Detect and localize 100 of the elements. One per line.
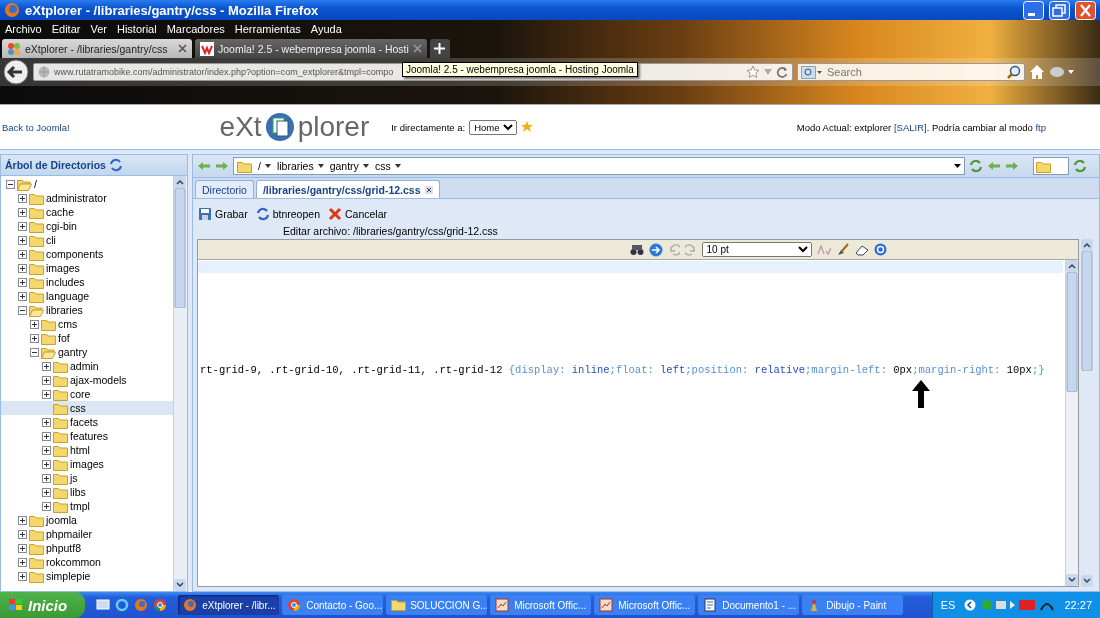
tree-item[interactable]: js xyxy=(1,471,173,485)
logout-link[interactable]: [SALIR] xyxy=(893,121,927,133)
expand-icon[interactable] xyxy=(18,557,27,567)
tree-item[interactable]: administrator xyxy=(1,191,173,205)
tree-item[interactable]: html xyxy=(1,443,173,457)
expand-icon[interactable] xyxy=(30,319,39,329)
scroll-up-icon[interactable] xyxy=(1066,260,1078,272)
tree-item[interactable]: admin xyxy=(1,359,173,373)
breadcrumb-item[interactable]: css xyxy=(374,160,401,172)
taskbar-button[interactable]: eXtplorer - /libr... xyxy=(178,595,280,615)
scroll-down-icon[interactable] xyxy=(174,579,186,591)
binoculars-icon[interactable] xyxy=(629,243,644,256)
expand-icon[interactable] xyxy=(18,529,27,539)
scrollbar-thumb[interactable] xyxy=(174,188,186,308)
tree-item[interactable]: cli xyxy=(1,233,173,247)
expand-icon[interactable] xyxy=(42,459,51,469)
tree-item[interactable]: / xyxy=(1,177,173,191)
taskbar-button[interactable]: SOLUCCION G... xyxy=(386,595,488,615)
maximize-icon[interactable] xyxy=(1049,0,1070,20)
tree-item[interactable]: features xyxy=(1,429,173,443)
collapse-icon[interactable] xyxy=(30,347,39,357)
breadcrumb-item[interactable]: gantry xyxy=(329,160,369,172)
expand-icon[interactable] xyxy=(18,249,27,259)
minimize-icon[interactable] xyxy=(1023,0,1044,20)
expand-icon[interactable] xyxy=(18,291,27,301)
tree-item[interactable]: libraries xyxy=(1,303,173,317)
expand-icon[interactable] xyxy=(18,221,27,231)
breadcrumb-item[interactable]: libraries xyxy=(276,160,324,172)
menu-item[interactable]: Historial xyxy=(116,22,157,35)
help-icon[interactable] xyxy=(873,243,887,256)
back-link[interactable]: Back to Joomla! xyxy=(2,121,70,133)
menu-item[interactable]: Editar xyxy=(51,22,81,35)
taskbar-button[interactable]: Dibujo - Paint xyxy=(802,595,904,615)
expand-icon[interactable] xyxy=(18,193,27,203)
expand-icon[interactable] xyxy=(42,389,51,399)
expand-icon[interactable] xyxy=(42,473,51,483)
expand-icon[interactable] xyxy=(42,445,51,455)
toolbar-button[interactable]: Grabar xyxy=(197,207,249,221)
expand-icon[interactable] xyxy=(18,515,27,525)
star-icon[interactable] xyxy=(746,65,760,79)
tree-item[interactable]: phpmailer xyxy=(1,527,173,541)
collapse-icon[interactable] xyxy=(18,305,27,315)
tree-item[interactable]: cms xyxy=(1,317,173,331)
scroll-up-icon[interactable] xyxy=(174,176,186,188)
tree-item[interactable]: includes xyxy=(1,275,173,289)
browser-tab[interactable]: Joomla! 2.5 - webempresa joomla - Hosti xyxy=(195,39,427,58)
tree-item[interactable]: ajax-models xyxy=(1,373,173,387)
scrollbar-thumb[interactable] xyxy=(1066,272,1078,392)
taskbar-button[interactable]: Contacto - Goo... xyxy=(282,595,384,615)
search-input[interactable]: Search xyxy=(827,66,1003,78)
search-icon[interactable] xyxy=(1007,65,1021,79)
expand-icon[interactable] xyxy=(18,235,27,245)
breadcrumb-item[interactable]: / xyxy=(258,160,271,172)
expand-icon[interactable] xyxy=(42,361,51,371)
tree-item[interactable]: joomla xyxy=(1,513,173,527)
desktop-icon[interactable] xyxy=(96,598,111,612)
close-icon[interactable] xyxy=(424,185,433,194)
taskbar-button[interactable]: Microsoft Offic... xyxy=(594,595,696,615)
toolbar-button[interactable]: btnreopen xyxy=(254,207,321,221)
addon-icon[interactable] xyxy=(1049,65,1075,79)
spellcheck-icon[interactable] xyxy=(816,243,831,256)
tree-item[interactable]: rokcommon xyxy=(1,555,173,569)
menu-item[interactable]: Marcadores xyxy=(166,22,225,35)
path-field[interactable]: / libraries gantry css xyxy=(233,157,965,175)
tree-item[interactable]: language xyxy=(1,289,173,303)
eraser-icon[interactable] xyxy=(854,243,869,256)
refresh-icon[interactable] xyxy=(969,159,983,173)
home-icon[interactable] xyxy=(1029,64,1045,80)
expand-icon[interactable] xyxy=(18,543,27,553)
brush-icon[interactable] xyxy=(835,242,850,257)
back-icon[interactable] xyxy=(3,59,29,85)
refresh-icon[interactable] xyxy=(108,158,123,172)
refresh-icon[interactable] xyxy=(1073,159,1087,173)
new-tab-button[interactable] xyxy=(429,39,450,58)
tree-item[interactable]: simplepie xyxy=(1,569,173,583)
star-icon[interactable] xyxy=(521,121,534,133)
tree-item[interactable]: fof xyxy=(1,331,173,345)
chevron-icon[interactable] xyxy=(964,599,977,611)
search-field[interactable]: Search xyxy=(797,63,1025,81)
tab[interactable]: Directorio xyxy=(195,180,254,198)
tree-item[interactable]: images xyxy=(1,261,173,275)
menu-item[interactable]: Ayuda xyxy=(310,22,342,35)
close-icon[interactable] xyxy=(178,44,187,53)
expand-icon[interactable] xyxy=(42,431,51,441)
tree-item[interactable]: images xyxy=(1,457,173,471)
menu-item[interactable]: Ver xyxy=(90,22,107,35)
goto-select[interactable]: Home xyxy=(469,119,518,135)
tree-item[interactable]: gantry xyxy=(1,345,173,359)
tree-item[interactable]: phputf8 xyxy=(1,541,173,555)
expand-icon[interactable] xyxy=(42,487,51,497)
folder-field[interactable] xyxy=(1033,157,1069,175)
menu-item[interactable]: Herramientas xyxy=(234,22,301,35)
scroll-up-icon[interactable] xyxy=(1081,239,1093,251)
expand-icon[interactable] xyxy=(42,501,51,511)
ftp-link[interactable]: ftp xyxy=(1035,121,1046,133)
expand-icon[interactable] xyxy=(18,277,27,287)
reload-icon[interactable] xyxy=(776,66,788,78)
tree-item[interactable]: core xyxy=(1,387,173,401)
tree-item[interactable]: cgi-bin xyxy=(1,219,173,233)
expand-icon[interactable] xyxy=(18,263,27,273)
